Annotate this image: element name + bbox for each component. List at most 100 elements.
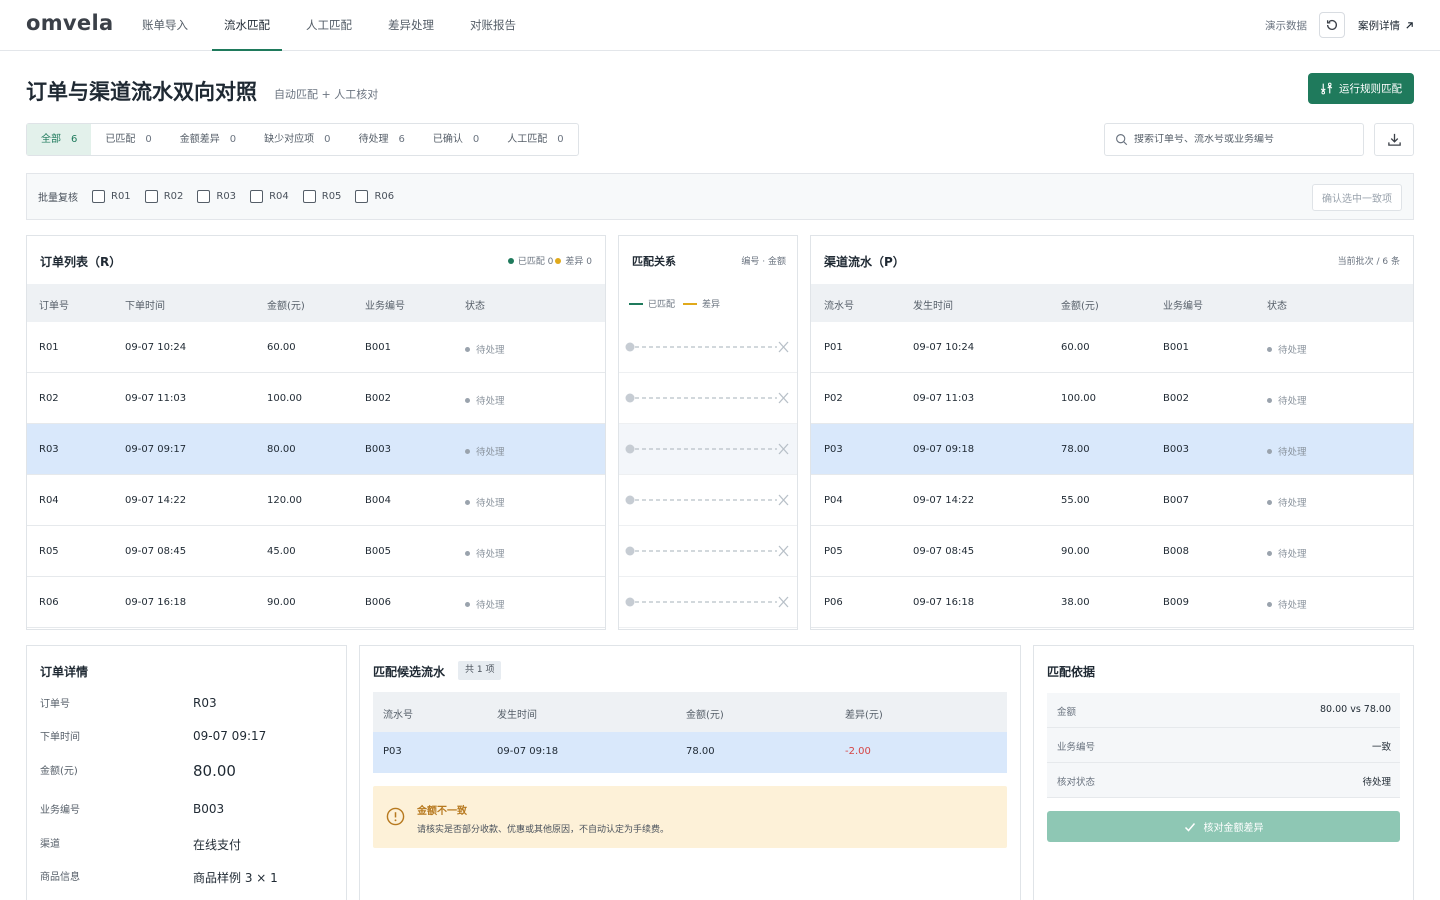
- cell-amount: 90.00: [267, 597, 296, 608]
- page-title: 订单与渠道流水双向对照: [26, 80, 257, 104]
- basis-label: 业务编号: [1057, 742, 1096, 753]
- nav-tab-diff[interactable]: 差异处理: [376, 0, 446, 50]
- cell-time: 09-07 08:45: [913, 546, 975, 557]
- batch-checkbox-r03[interactable]: R03: [197, 190, 236, 203]
- detail-label-product: 商品信息: [40, 872, 80, 883]
- confirm-selected-button[interactable]: 确认选中一致项: [1312, 184, 1402, 211]
- detail-label-channel: 渠道: [40, 839, 60, 850]
- filter-label: 全部: [41, 134, 61, 145]
- candidate-diff: -2.00: [845, 746, 871, 757]
- status-dot-icon: [465, 550, 470, 556]
- filter-label: 缺少对应项: [264, 134, 315, 145]
- verify-button-label: 核对金额差异: [1203, 823, 1264, 834]
- filter-confirmed[interactable]: 已确认 0: [419, 124, 493, 155]
- run-rule-match-button[interactable]: 运行规则匹配: [1308, 73, 1414, 104]
- status-dot-icon: [1267, 499, 1272, 505]
- table-row[interactable]: P06 09-07 16:18 38.00 B009 待处理: [811, 577, 1413, 628]
- search-input[interactable]: [1134, 134, 1354, 145]
- status-badge: 待处理: [465, 495, 505, 509]
- cell-amount: 120.00: [267, 495, 302, 506]
- cell-biz: B003: [1163, 444, 1189, 455]
- cell-amount: 55.00: [1061, 495, 1090, 506]
- filter-manual[interactable]: 人工匹配 0: [493, 124, 577, 155]
- filter-missing[interactable]: 缺少对应项 0: [250, 124, 344, 155]
- nav-tab-manual-match[interactable]: 人工匹配: [294, 0, 364, 50]
- table-row[interactable]: P03 09-07 09:18 78.00 B003 待处理: [811, 424, 1413, 475]
- checkbox-box: [144, 190, 158, 203]
- cell-amount: 45.00: [267, 546, 296, 557]
- refresh-button[interactable]: [1319, 12, 1345, 38]
- basis-value: 一致: [1371, 742, 1391, 753]
- table-row[interactable]: R03 09-07 09:17 80.00 B003 待处理: [27, 424, 605, 475]
- status-text: 待处理: [1278, 600, 1307, 611]
- batch-checkbox-r04[interactable]: R04: [250, 190, 289, 203]
- filter-count: 0: [557, 134, 564, 145]
- nav-tab-report[interactable]: 对账报告: [458, 0, 528, 50]
- nav-tab-import[interactable]: 账单导入: [130, 0, 200, 50]
- filter-label: 人工匹配: [507, 134, 548, 145]
- orders-table-header: 订单号 下单时间 金额(元) 业务编号 状态: [27, 284, 605, 322]
- unmatched-link-icon: [625, 545, 789, 557]
- cell-biz: B006: [365, 597, 391, 608]
- batch-checkbox-r06[interactable]: R06: [355, 190, 394, 203]
- relation-line: [619, 322, 797, 373]
- case-detail-link[interactable]: 案例详情: [1358, 18, 1414, 33]
- cell-biz: B007: [1163, 495, 1189, 506]
- filter-amount-diff[interactable]: 金额差异 0: [166, 124, 250, 155]
- table-row[interactable]: R06 09-07 16:18 90.00 B006 待处理: [27, 577, 605, 628]
- detail-value-amount: 80.00: [193, 762, 236, 780]
- table-row[interactable]: R02 09-07 11:03 100.00 B002 待处理: [27, 373, 605, 424]
- verify-amount-diff-button[interactable]: 核对金额差异: [1047, 811, 1400, 842]
- candidate-row[interactable]: P03 09-07 09:18 78.00 -2.00: [373, 732, 1007, 773]
- demo-data-label: 演示数据: [1265, 19, 1307, 32]
- refresh-icon: [1326, 19, 1338, 30]
- filter-matched[interactable]: 已匹配 0: [91, 124, 165, 155]
- checkbox-box: [250, 190, 264, 203]
- table-row[interactable]: R05 09-07 08:45 45.00 B005 待处理: [27, 526, 605, 577]
- status-badge: 待处理: [1267, 546, 1307, 560]
- checkbox-label: R03: [216, 191, 237, 202]
- basis-item-status: 核对状态 待处理: [1047, 763, 1400, 798]
- matched-line-icon: [629, 302, 643, 305]
- batch-checkbox-r01[interactable]: R01: [92, 190, 131, 203]
- order-detail-title: 订单详情: [40, 665, 89, 679]
- cell-time: 09-07 14:22: [125, 495, 187, 506]
- cell-id: R05: [39, 546, 59, 557]
- filter-label: 已确认: [432, 134, 463, 145]
- flows-batch-info: 当前批次 / 6 条: [1337, 257, 1400, 267]
- filter-pending[interactable]: 待处理 6: [345, 124, 419, 155]
- detail-label-amount: 金额(元): [40, 766, 78, 777]
- cell-id: R04: [39, 495, 59, 506]
- checkbox-label: R04: [269, 191, 289, 202]
- relation-line: [619, 577, 797, 628]
- candidate-flow-id: P03: [383, 746, 402, 757]
- table-row[interactable]: P04 09-07 14:22 55.00 B007 待处理: [811, 475, 1413, 526]
- batch-checkbox-r05[interactable]: R05: [302, 190, 341, 203]
- orders-legend: 已匹配 0 差异 0: [507, 254, 592, 267]
- cell-biz: B003: [365, 444, 391, 455]
- batch-checkbox-r02[interactable]: R02: [144, 190, 183, 203]
- orders-panel: 订单列表（R） 已匹配 0 差异 0 订单号 下单时间 金额(元) 业务编号 状…: [26, 235, 606, 630]
- cell-time: 09-07 09:18: [913, 444, 975, 455]
- cell-id: P06: [824, 597, 843, 608]
- table-row[interactable]: P05 09-07 08:45 90.00 B008 待处理: [811, 526, 1413, 577]
- cell-time: 09-07 10:24: [913, 342, 975, 353]
- checkbox-box: [302, 190, 316, 203]
- case-detail-label: 案例详情: [1358, 19, 1400, 32]
- download-button[interactable]: [1374, 123, 1414, 156]
- status-text: 待处理: [1278, 447, 1307, 458]
- relation-legend-diff: 差异: [702, 300, 721, 310]
- checkbox-label: R06: [374, 191, 395, 202]
- table-row[interactable]: P01 09-07 10:24 60.00 B001 待处理: [811, 322, 1413, 373]
- filter-count: 0: [229, 134, 237, 145]
- cell-id: R06: [39, 597, 59, 608]
- nav-tab-flow-match[interactable]: 流水匹配: [212, 0, 282, 51]
- table-row[interactable]: R04 09-07 14:22 120.00 B004 待处理: [27, 475, 605, 526]
- status-text: 待处理: [476, 549, 505, 560]
- filter-all[interactable]: 全部 6: [27, 124, 92, 155]
- cell-amount: 80.00: [267, 444, 296, 455]
- table-row[interactable]: R01 09-07 10:24 60.00 B001 待处理: [27, 322, 605, 373]
- cell-biz: B001: [1163, 342, 1189, 353]
- table-row[interactable]: P02 09-07 11:03 100.00 B002 待处理: [811, 373, 1413, 424]
- checkbox-label: R01: [111, 191, 131, 202]
